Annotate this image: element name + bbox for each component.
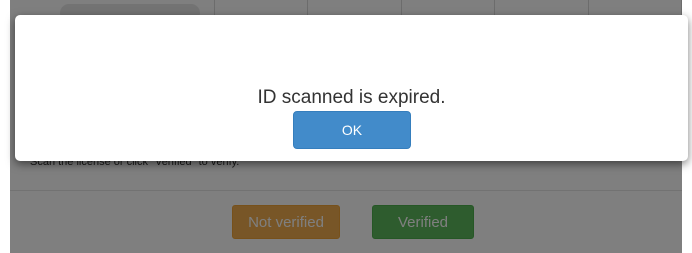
ok-button[interactable]: OK — [293, 111, 411, 149]
frame-edge — [0, 0, 10, 253]
alert-dialog: ID scanned is expired. OK — [15, 15, 688, 161]
dialog-message: ID scanned is expired. — [257, 87, 446, 108]
screen: Scan the license or click "Verified" to … — [0, 0, 692, 253]
